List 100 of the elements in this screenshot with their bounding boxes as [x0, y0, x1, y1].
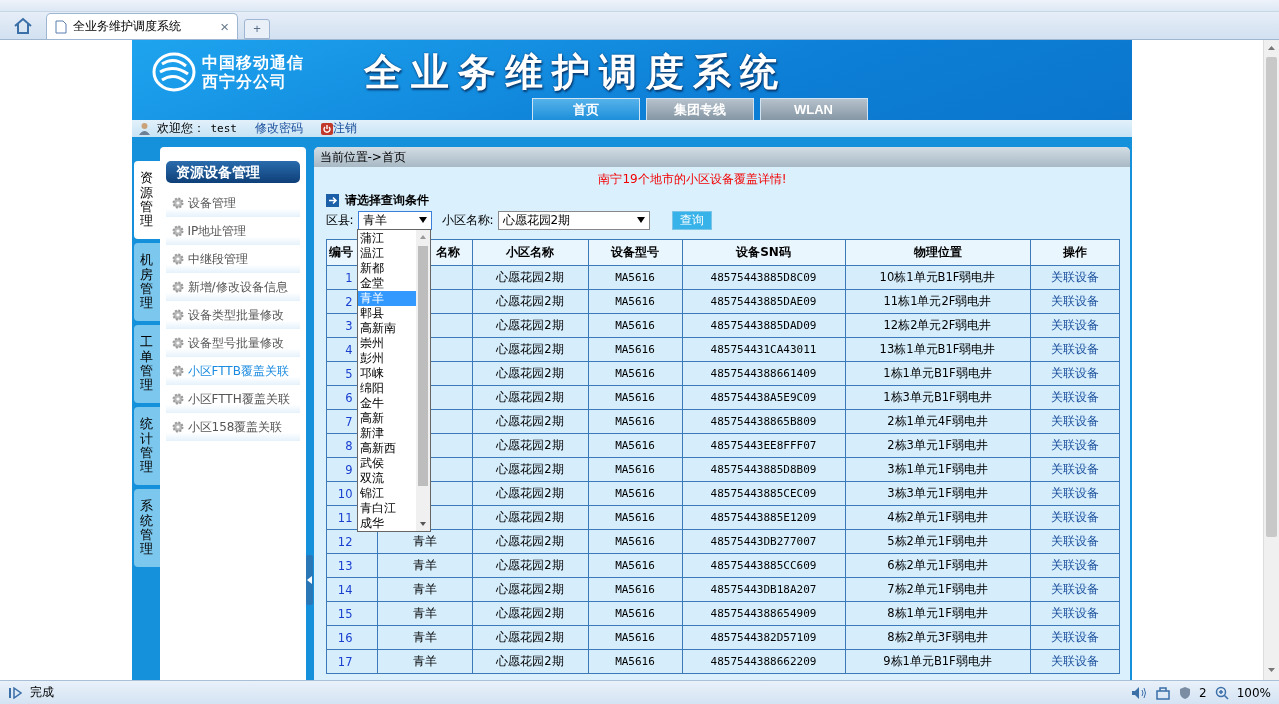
table-cell: MA5616: [588, 265, 682, 290]
table-cell: 48575443885D8C09: [682, 265, 845, 290]
table-cell: 4857544388661409: [682, 361, 845, 386]
speaker-icon[interactable]: [1131, 685, 1148, 700]
side-tab[interactable]: 机房管理: [133, 243, 160, 321]
table-cell: 5栋2单元1F弱电井: [845, 529, 1030, 554]
table-cell: 心愿花园2期: [472, 409, 588, 434]
column-header: 小区名称: [472, 239, 588, 266]
status-text: 完成: [30, 684, 55, 701]
row-number: 14: [326, 577, 377, 602]
page-scrollbar[interactable]: [1263, 40, 1279, 680]
table-cell: 3栋1单元1F弱电井: [845, 457, 1030, 482]
tab-title: 全业务维护调度系统: [73, 18, 182, 35]
table-cell: 青羊: [377, 553, 472, 578]
gear-icon: [171, 225, 184, 237]
table-cell: MA5616: [588, 313, 682, 338]
table-cell: 48575443EE8FFF07: [682, 433, 845, 458]
table-cell: 青羊: [377, 577, 472, 602]
table-cell: 48575443885D8B09: [682, 457, 845, 482]
gear-icon: [171, 309, 184, 321]
table-cell: 48575443DB18A207: [682, 577, 845, 602]
table-cell: 心愿花园2期: [472, 529, 588, 554]
power-icon: [321, 122, 333, 135]
table-cell: MA5616: [588, 481, 682, 506]
table-cell: MA5616: [588, 577, 682, 602]
column-header: 设备SN码: [682, 239, 845, 266]
page-icon: [55, 19, 67, 34]
browser-tab[interactable]: 全业务维护调度系统 ×: [46, 13, 238, 39]
table-cell: 3栋3单元1F弱电井: [845, 481, 1030, 506]
breadcrumb: 当前位置->首页: [313, 147, 1130, 167]
column-header: 设备型号: [588, 239, 682, 266]
table-cell: 485754438865B809: [682, 409, 845, 434]
table-cell: MA5616: [588, 385, 682, 410]
table-cell: 9栋1单元B1F弱电井: [845, 649, 1030, 674]
table-cell: 心愿花园2期: [472, 481, 588, 506]
collapse-handle[interactable]: [305, 555, 313, 605]
table-cell: 6栋2单元1F弱电井: [845, 553, 1030, 578]
caret-icon: [418, 217, 427, 223]
table-cell: 48575443885DAD09: [682, 313, 845, 338]
table-cell: 心愿花园2期: [472, 601, 588, 626]
logo-icon: [151, 52, 196, 92]
side-tab[interactable]: 统计管理: [133, 407, 160, 485]
gear-icon: [171, 421, 184, 433]
table-cell: MA5616: [588, 289, 682, 314]
user-name: test: [210, 122, 237, 135]
table-cell: 心愿花园2期: [472, 265, 588, 290]
new-tab-button[interactable]: +: [244, 19, 270, 39]
company-name: 西宁分公司: [201, 72, 288, 91]
table-cell: 心愿花园2期: [472, 361, 588, 386]
table-cell: MA5616: [588, 649, 682, 674]
table-cell: 青羊: [377, 649, 472, 674]
gear-icon: [171, 365, 184, 377]
table-cell: 1栋1单元B1F弱电井: [845, 361, 1030, 386]
company-name: 中国移动通信: [201, 53, 304, 72]
table-cell: 青羊: [377, 625, 472, 650]
system-title: 全业务维护调度系统: [363, 48, 787, 96]
change-password-link[interactable]: 修改密码: [255, 120, 303, 137]
caret-icon: [636, 217, 645, 223]
shield-icon[interactable]: [1179, 685, 1192, 700]
table-cell: 485754438A5E9C09: [682, 385, 845, 410]
table-cell: 心愿花园2期: [472, 577, 588, 602]
side-tab[interactable]: 资源管理: [133, 161, 160, 239]
network-icon[interactable]: [1155, 685, 1172, 700]
table-cell: 青羊: [377, 601, 472, 626]
table-cell: 心愿花园2期: [472, 553, 588, 578]
blocked-count: 2: [1199, 685, 1207, 700]
column-header: 操作: [1030, 239, 1119, 266]
table-cell: 心愿花园2期: [472, 313, 588, 338]
district-label: 区县:: [325, 211, 354, 229]
table-cell: 13栋1单元B1F弱电井: [845, 337, 1030, 362]
nav-title: 资源设备管理: [165, 161, 300, 183]
table-cell: 2栋3单元1F弱电井: [845, 433, 1030, 458]
gear-icon: [171, 393, 184, 405]
table-cell: 48575443885DAE09: [682, 289, 845, 314]
zoom-icon[interactable]: [1214, 685, 1229, 700]
user-icon: [137, 122, 151, 135]
table-cell: MA5616: [588, 337, 682, 362]
table-cell: MA5616: [588, 625, 682, 650]
table-cell: 7栋2单元1F弱电井: [845, 577, 1030, 602]
table-cell: 心愿花园2期: [472, 649, 588, 674]
side-tab[interactable]: 系统管理: [133, 489, 160, 567]
home-icon: [13, 17, 33, 35]
side-tab[interactable]: 工单管理: [133, 325, 160, 403]
row-number: 17: [326, 649, 377, 674]
table-cell: 4857544388662209: [682, 649, 845, 674]
district-select[interactable]: 青羊: [357, 210, 432, 230]
gear-icon: [171, 281, 184, 293]
logout-link[interactable]: 注销: [333, 120, 357, 137]
community-select[interactable]: 心愿花园2期: [497, 210, 650, 230]
close-button[interactable]: ×: [220, 18, 229, 35]
arrow-icon: [325, 193, 339, 207]
table-cell: 4栋2单元1F弱电井: [845, 505, 1030, 530]
table-cell: 485754431CA43011: [682, 337, 845, 362]
table-cell: 10栋1单元B1F弱电井: [845, 265, 1030, 290]
notice-text: 南宁19个地市的小区设备覆盖详情!: [597, 171, 788, 188]
table-cell: 4857544382D57109: [682, 625, 845, 650]
table-cell: 11栋1单元2F弱电井: [845, 289, 1030, 314]
table-cell: 心愿花园2期: [472, 385, 588, 410]
community-label: 小区名称:: [441, 211, 494, 229]
table-cell: 2栋1单元4F弱电井: [845, 409, 1030, 434]
